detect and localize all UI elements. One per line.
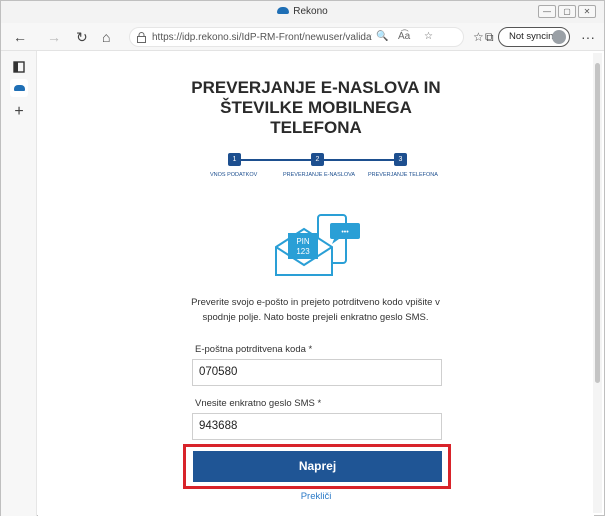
read-aloud-icon[interactable]: A͡a bbox=[398, 31, 410, 42]
step-3-badge: 3 bbox=[394, 153, 407, 166]
next-button[interactable]: Naprej bbox=[193, 451, 442, 482]
window-title-text: Rekono bbox=[293, 6, 328, 17]
scrollbar-thumb[interactable] bbox=[595, 63, 600, 383]
step-2-badge: 2 bbox=[311, 153, 324, 166]
instruction-line2: spodnje polje. Nato boste prejeli enkrat… bbox=[202, 312, 429, 323]
svg-text:•••: ••• bbox=[341, 229, 349, 236]
profile-avatar-icon bbox=[552, 30, 566, 44]
page-title: PREVERJANJE E-NASLOVA IN ŠTEVILKE MOBILN… bbox=[186, 78, 446, 138]
minimize-button[interactable]: — bbox=[538, 5, 556, 18]
address-bar[interactable]: https://idp.rekono.si/IdP-RM-Front/newus… bbox=[129, 27, 464, 47]
sms-code-input[interactable]: 943688 bbox=[192, 413, 442, 440]
maximize-button[interactable]: ▢ bbox=[558, 5, 576, 18]
sidebar: + bbox=[1, 51, 37, 516]
step-connector-1 bbox=[241, 159, 317, 161]
email-code-input[interactable]: 070580 bbox=[192, 359, 442, 386]
favorites-icon[interactable]: ☆ bbox=[473, 30, 484, 44]
title-bar: Rekono — ▢ ✕ bbox=[1, 1, 604, 23]
browser-window: Rekono — ▢ ✕ ← → ↻ ⌂ https://idp.rekono.… bbox=[0, 0, 605, 516]
svg-text:PIN: PIN bbox=[296, 237, 310, 246]
more-menu-icon[interactable]: ··· bbox=[581, 30, 595, 44]
email-sms-illustration-icon: ••• PIN 123 bbox=[275, 214, 360, 276]
close-button[interactable]: ✕ bbox=[578, 5, 596, 18]
browser-toolbar: ← → ↻ ⌂ https://idp.rekono.si/IdP-RM-Fro… bbox=[1, 23, 604, 51]
svg-text:123: 123 bbox=[296, 247, 310, 256]
page-title-line3: TELEFONA bbox=[270, 118, 362, 137]
search-icon[interactable]: 🔍 bbox=[376, 31, 388, 42]
rekono-tab-icon[interactable] bbox=[10, 79, 28, 97]
page-content: PREVERJANJE E-NASLOVA IN ŠTEVILKE MOBILN… bbox=[38, 51, 594, 516]
url-text[interactable]: https://idp.rekono.si/IdP-RM-Front/newus… bbox=[152, 32, 372, 43]
sync-button[interactable]: Not syncing bbox=[498, 27, 570, 47]
page-title-line2: ŠTEVILKE MOBILNEGA bbox=[220, 98, 412, 117]
step-connector-2 bbox=[323, 159, 399, 161]
step-1-badge: 1 bbox=[228, 153, 241, 166]
add-tab-icon[interactable]: + bbox=[10, 103, 28, 121]
collections-icon[interactable]: ⧉ bbox=[485, 30, 494, 44]
back-icon[interactable]: ← bbox=[13, 30, 27, 44]
home-icon[interactable]: ⌂ bbox=[102, 30, 110, 44]
instruction-line1: Preverite svojo e-pošto in prejeto potrd… bbox=[191, 297, 440, 308]
cancel-link[interactable]: Prekliči bbox=[38, 491, 594, 502]
forward-icon[interactable]: → bbox=[47, 30, 61, 44]
email-code-label: E-poštna potrditvena koda * bbox=[195, 344, 313, 355]
step-1-label: VNOS PODATKOV bbox=[210, 172, 258, 178]
tabs-icon[interactable] bbox=[10, 59, 28, 77]
instruction-text: Preverite svojo e-pošto in prejeto potrd… bbox=[188, 295, 443, 325]
sms-code-label: Vnesite enkratno geslo SMS * bbox=[195, 398, 322, 409]
window-title: Rekono bbox=[1, 6, 604, 17]
favorite-star-icon[interactable]: ☆ bbox=[424, 31, 433, 42]
step-3-label: PREVERJANJE TELEFONA bbox=[368, 172, 438, 178]
scrollbar[interactable] bbox=[593, 53, 602, 513]
step-2-label: PREVERJANJE E-NASLOVA bbox=[283, 172, 356, 178]
refresh-icon[interactable]: ↻ bbox=[76, 30, 88, 44]
page-title-line1: PREVERJANJE E-NASLOVA IN bbox=[191, 78, 441, 97]
rekono-cloud-icon bbox=[277, 7, 290, 14]
lock-icon bbox=[137, 32, 146, 43]
